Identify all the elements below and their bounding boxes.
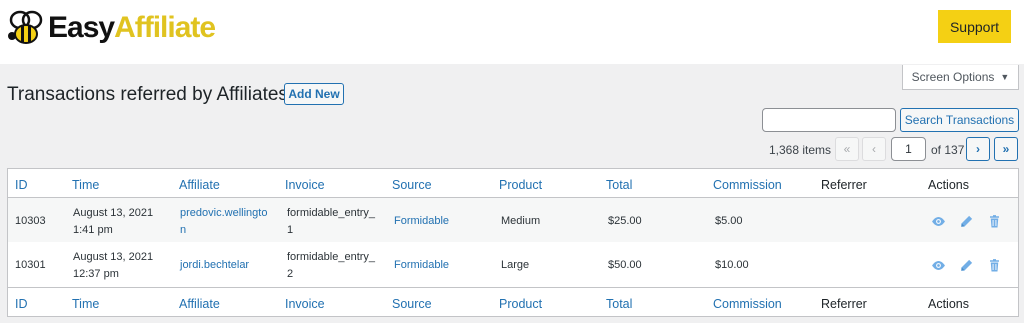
row-id: 10303	[15, 215, 46, 227]
previous-page-button[interactable]: ‹	[862, 137, 886, 161]
table-footer: ID Time Affiliate Invoice Source Product…	[8, 287, 1018, 316]
bee-icon	[8, 10, 43, 44]
row-source-link[interactable]: Formidable	[394, 257, 449, 274]
row-time-clock: 1:41 pm	[73, 224, 113, 236]
transactions-table: ID Time Affiliate Invoice Source Product…	[7, 168, 1019, 317]
column-total[interactable]: Total	[606, 177, 632, 193]
add-new-button[interactable]: Add New	[284, 83, 344, 105]
row-product: Large	[501, 259, 530, 271]
row-time-date: August 13, 2021	[73, 251, 154, 263]
column-source[interactable]: Source	[392, 177, 432, 193]
row-invoice-part1: formidable_entry_	[287, 251, 376, 263]
row-actions	[930, 257, 1002, 273]
column-commission[interactable]: Commission	[713, 177, 782, 193]
column-actions: Actions	[928, 178, 969, 192]
row-invoice: formidable_entry_ 2	[287, 249, 375, 283]
column-time[interactable]: Time	[72, 177, 99, 193]
row-affiliate-link[interactable]: predovic.wellingto n	[180, 205, 267, 239]
column-product[interactable]: Product	[499, 177, 542, 193]
column-referrer: Referrer	[821, 178, 867, 192]
caret-down-icon: ▼	[1000, 72, 1010, 82]
column-time[interactable]: Time	[72, 296, 99, 312]
row-affiliate-part1: predovic.wellingto	[180, 207, 268, 219]
brand-name-part1: Easy	[48, 11, 115, 44]
items-count: 1,368 items	[769, 143, 832, 157]
row-time-date: August 13, 2021	[73, 207, 154, 219]
column-invoice[interactable]: Invoice	[285, 177, 325, 193]
row-source-link[interactable]: Formidable	[394, 213, 449, 230]
column-source[interactable]: Source	[392, 296, 432, 312]
top-bar: EasyAffiliate Support	[0, 0, 1024, 64]
row-id: 10301	[15, 259, 46, 271]
row-invoice-part1: formidable_entry_	[287, 207, 376, 219]
table-row: 10301 August 13, 2021 12:37 pm jordi.bech…	[8, 242, 1018, 287]
easy-affiliate-logo[interactable]: EasyAffiliate	[6, 6, 216, 50]
column-commission[interactable]: Commission	[713, 296, 782, 312]
row-affiliate-link[interactable]: jordi.bechtelar	[180, 257, 249, 274]
column-affiliate[interactable]: Affiliate	[179, 177, 220, 193]
column-referrer: Referrer	[821, 297, 867, 311]
trash-icon[interactable]	[986, 257, 1002, 273]
row-invoice-part2: 2	[287, 268, 294, 280]
column-product[interactable]: Product	[499, 296, 542, 312]
first-page-button[interactable]: «	[835, 137, 859, 161]
support-button[interactable]: Support	[938, 10, 1011, 43]
row-invoice: formidable_entry_ 1	[287, 205, 375, 239]
row-total: $50.00	[608, 259, 642, 271]
table-header: ID Time Affiliate Invoice Source Product…	[8, 169, 1018, 198]
total-pages: of 137	[931, 143, 965, 157]
row-commission: $5.00	[715, 215, 743, 227]
next-page-button[interactable]: ›	[966, 137, 990, 161]
edit-icon[interactable]	[958, 257, 974, 273]
table-row: 10303 August 13, 2021 1:41 pm predovic.we…	[8, 198, 1018, 242]
brand-name: EasyAffiliate	[48, 11, 216, 44]
current-page-input[interactable]: 1	[891, 137, 926, 161]
row-invoice-part2: 1	[287, 224, 294, 236]
view-icon[interactable]	[930, 257, 946, 273]
column-actions: Actions	[928, 297, 969, 311]
row-product: Medium	[501, 215, 541, 227]
column-id[interactable]: ID	[15, 177, 28, 193]
screen-options-toggle[interactable]: Screen Options ▼	[902, 65, 1019, 90]
row-time-clock: 12:37 pm	[73, 268, 119, 280]
column-invoice[interactable]: Invoice	[285, 296, 325, 312]
row-time: August 13, 2021 12:37 pm	[73, 249, 153, 283]
page-title: Transactions referred by Affiliates	[7, 84, 288, 105]
brand-name-part2: Affiliate	[114, 11, 216, 44]
row-affiliate-part2: n	[180, 224, 187, 236]
last-page-button[interactable]: »	[994, 137, 1018, 161]
view-icon[interactable]	[930, 213, 946, 229]
search-input[interactable]	[762, 108, 896, 132]
row-actions	[930, 213, 1002, 229]
trash-icon[interactable]	[986, 213, 1002, 229]
row-time: August 13, 2021 1:41 pm	[73, 205, 153, 239]
edit-icon[interactable]	[958, 213, 974, 229]
search-transactions-button[interactable]: Search Transactions	[900, 108, 1019, 132]
column-id[interactable]: ID	[15, 296, 28, 312]
row-total: $25.00	[608, 215, 642, 227]
screen-options-label: Screen Options	[911, 70, 995, 84]
column-total[interactable]: Total	[606, 296, 632, 312]
column-affiliate[interactable]: Affiliate	[179, 296, 220, 312]
row-commission: $10.00	[715, 259, 749, 271]
